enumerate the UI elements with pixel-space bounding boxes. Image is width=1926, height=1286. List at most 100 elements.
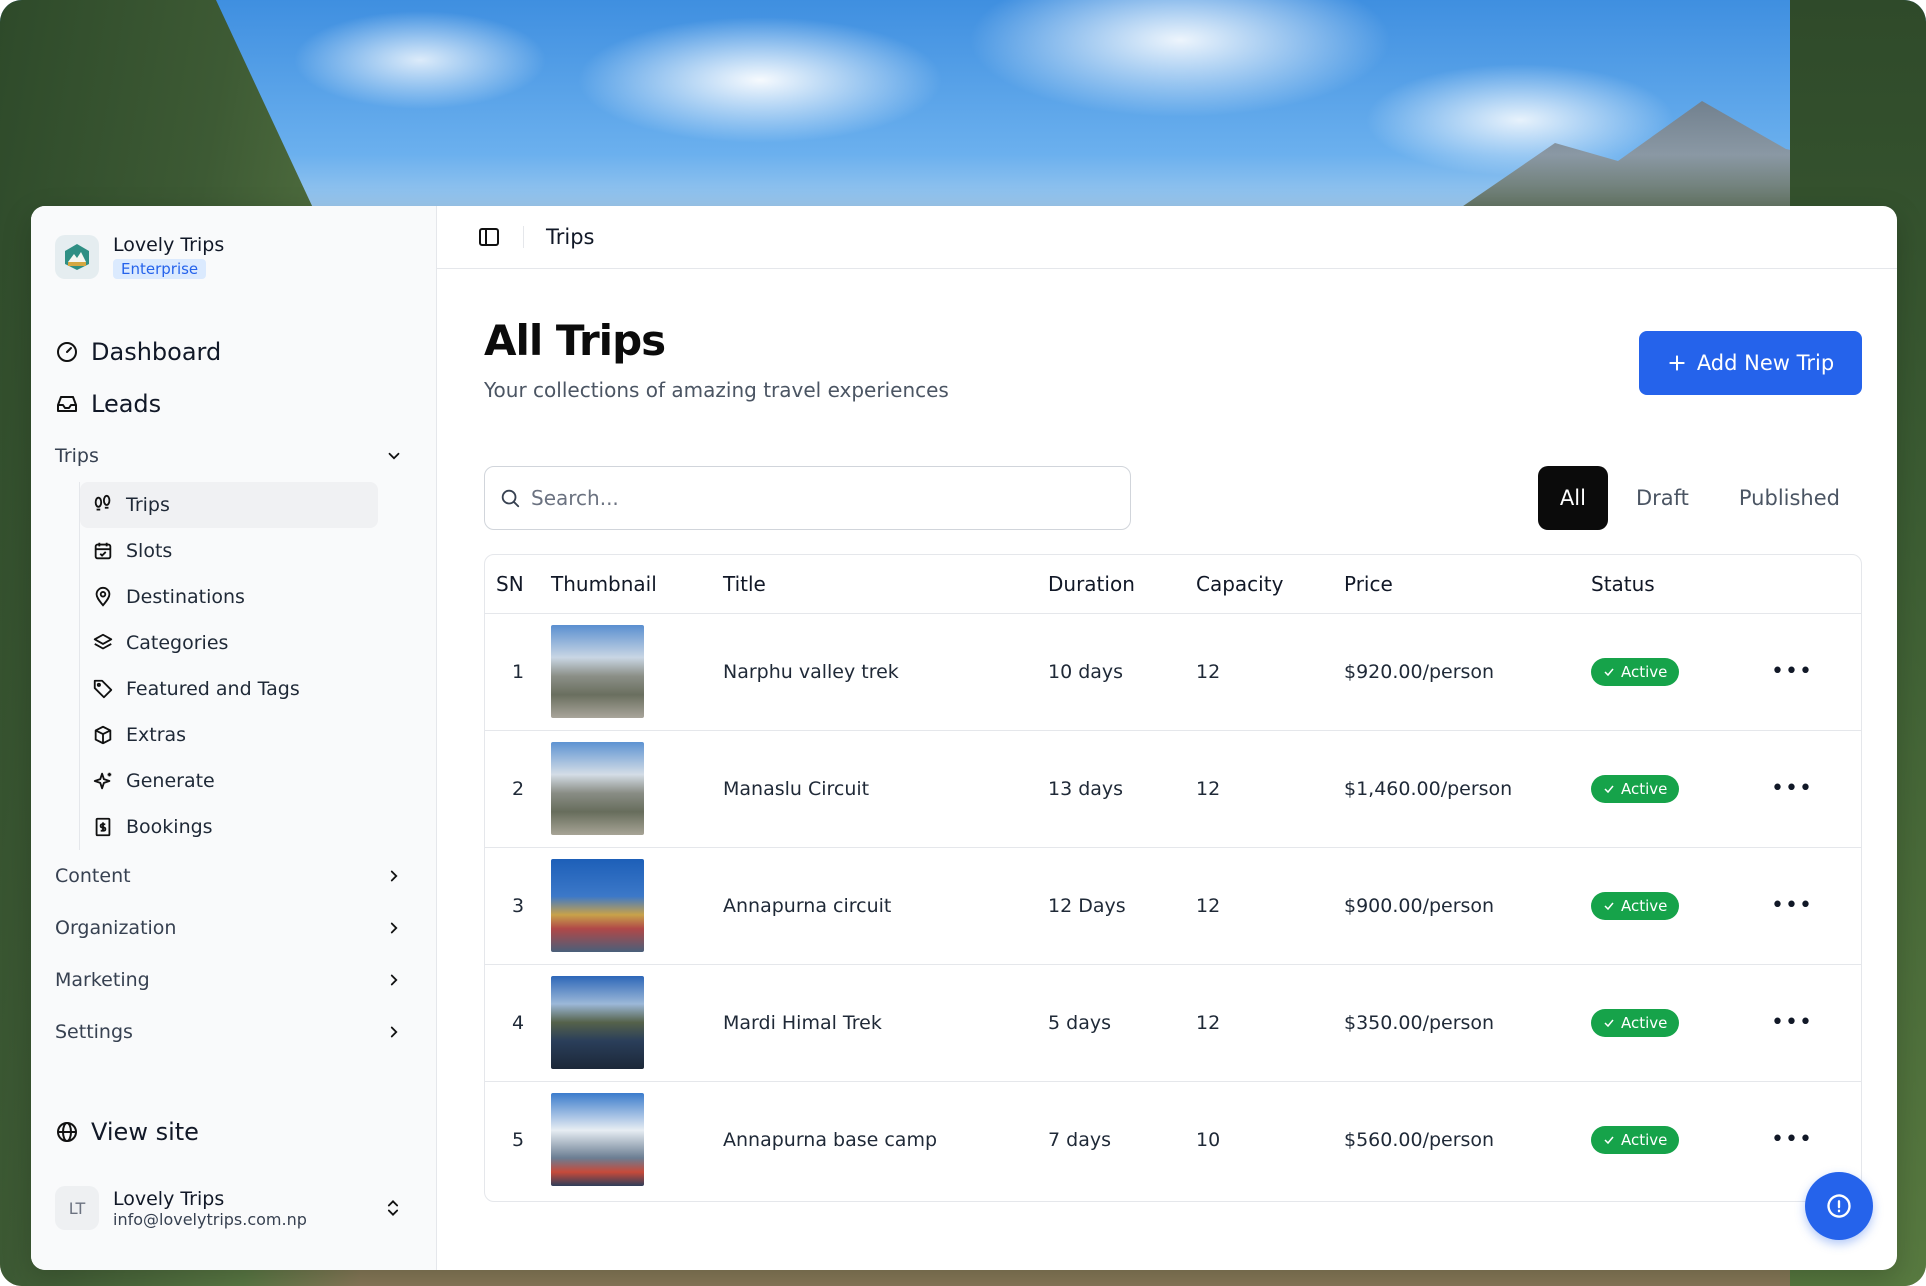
cell-actions: ••• [1771, 964, 1861, 1082]
trip-thumbnail[interactable] [551, 742, 644, 835]
sidebar-item-generate[interactable]: Generate [80, 758, 378, 804]
cell-price: $920.00/person [1344, 613, 1591, 731]
table-row[interactable]: 5 Annapurna base camp 7 days 10 $560.00/… [485, 1081, 1861, 1198]
tag-icon [93, 679, 113, 699]
status-label: Active [1621, 662, 1668, 681]
sidebar-item-label: Bookings [126, 816, 213, 838]
cell-duration: 13 days [1048, 730, 1196, 848]
check-icon [1604, 902, 1614, 910]
table-header-row: SN Thumbnail Title Duration Capacity Pri… [485, 555, 1861, 614]
sidebar-group-organization[interactable]: Organization [55, 902, 415, 954]
sidebar-group-trips[interactable]: Trips [55, 430, 415, 482]
sidebar: Lovely Trips Enterprise Dashboard Leads … [31, 206, 437, 1270]
sidebar-item-trips[interactable]: Trips [80, 482, 378, 528]
table-row[interactable]: 1 Narphu valley trek 10 days 12 $920.00/… [485, 613, 1861, 731]
plan-badge: Enterprise [113, 259, 207, 279]
sidebar-group-label: Organization [55, 917, 177, 939]
sparkles-icon [93, 772, 112, 790]
cell-sn: 5 [511, 1128, 525, 1151]
user-email: info@lovelytrips.com.np [113, 1209, 307, 1229]
check-icon [1604, 668, 1614, 676]
trip-thumbnail[interactable] [551, 976, 644, 1069]
sidebar-group-marketing[interactable]: Marketing [55, 954, 415, 1006]
globe-icon [57, 1122, 77, 1142]
trip-thumbnail[interactable] [551, 1093, 644, 1187]
mountain-logo-icon [55, 234, 99, 279]
user-name: Lovely Trips [113, 1187, 225, 1210]
add-new-trip-button[interactable]: Add New Trip [1639, 331, 1862, 395]
check-icon [1604, 1136, 1614, 1144]
cell-capacity: 12 [1196, 730, 1344, 848]
table-row[interactable]: 4 Mardi Himal Trek 5 days 12 $350.00/per… [485, 964, 1861, 1082]
sidebar-item-dashboard[interactable]: Dashboard [55, 326, 415, 378]
trip-thumbnail[interactable] [551, 859, 644, 952]
inbox-icon [57, 396, 77, 412]
cell-price: $350.00/person [1344, 964, 1591, 1082]
more-actions-icon[interactable]: ••• [1771, 893, 1813, 918]
sidebar-item-leads[interactable]: Leads [55, 378, 415, 430]
add-new-trip-label: Add New Trip [1696, 351, 1835, 375]
table-row[interactable]: 2 Manaslu Circuit 13 days 12 $1,460.00/p… [485, 730, 1861, 848]
sidebar-item-label: Categories [126, 632, 229, 654]
cell-sn: 3 [485, 847, 551, 965]
cell-title: Narphu valley trek [723, 613, 1048, 731]
cell-capacity: 12 [1196, 613, 1344, 731]
sidebar-item-extras[interactable]: Extras [80, 712, 378, 758]
sidebar-item-bookings[interactable]: Bookings [80, 804, 378, 850]
sidebar-group-settings[interactable]: Settings [55, 1006, 415, 1058]
topbar-divider [523, 226, 524, 248]
brand[interactable]: Lovely Trips Enterprise [55, 234, 224, 279]
filter-all[interactable]: All [1537, 466, 1608, 530]
cell-duration: 10 days [1048, 613, 1196, 731]
sidebar-item-label: Leads [91, 390, 162, 418]
package-icon [94, 725, 112, 745]
cell-status: Active [1591, 613, 1771, 731]
chevron-right-icon [390, 922, 398, 934]
cell-thumbnail [551, 964, 723, 1082]
search-icon [501, 489, 520, 508]
more-actions-icon[interactable]: ••• [1771, 776, 1813, 801]
avatar: LT [55, 1186, 99, 1230]
chat-button[interactable] [1805, 1172, 1873, 1240]
user-menu[interactable]: LT Lovely Trips info@lovelytrips.com.np [55, 1186, 415, 1230]
more-actions-icon[interactable]: ••• [1771, 1127, 1813, 1152]
cell-title: Manaslu Circuit [723, 730, 1048, 848]
cell-sn: 4 [485, 964, 551, 1082]
calendar-icon [94, 542, 112, 560]
sidebar-group-label: Content [55, 865, 131, 887]
footprints-icon [94, 494, 111, 511]
gauge-icon [57, 342, 77, 362]
status-badge: Active [1591, 774, 1680, 803]
cell-status: Active [1591, 1081, 1771, 1198]
sidebar-group-content[interactable]: Content [55, 850, 415, 902]
sidebar-group-label: Settings [55, 1021, 133, 1043]
filter-draft[interactable]: Draft [1614, 466, 1711, 530]
cell-capacity: 12 [1196, 964, 1344, 1082]
sidebar-item-categories[interactable]: Categories [80, 620, 378, 666]
sidebar-toggle-icon[interactable] [477, 225, 501, 249]
filter-published[interactable]: Published [1717, 466, 1862, 530]
cell-title: Mardi Himal Trek [723, 964, 1048, 1082]
cell-thumbnail [551, 613, 723, 731]
status-label: Active [1621, 1130, 1668, 1149]
chevron-updown-icon [387, 1200, 399, 1216]
sidebar-item-featured-tags[interactable]: Featured and Tags [80, 666, 378, 712]
cell-thumbnail [551, 847, 723, 965]
cell-title: Annapurna circuit [723, 847, 1048, 965]
sidebar-item-slots[interactable]: Slots [80, 528, 378, 574]
topbar: Trips [437, 206, 1897, 269]
cell-price: $560.00/person [1344, 1128, 1495, 1151]
sidebar-item-label: Featured and Tags [126, 678, 300, 700]
view-site-link[interactable]: View site [55, 1106, 415, 1158]
status-badge: Active [1591, 891, 1680, 920]
chevron-down-icon [388, 452, 400, 460]
more-actions-icon[interactable]: ••• [1771, 1010, 1813, 1035]
header-status: Status [1591, 555, 1771, 614]
more-actions-icon[interactable]: ••• [1771, 659, 1813, 684]
trip-thumbnail[interactable] [551, 625, 644, 718]
search-input[interactable] [531, 486, 1111, 510]
sidebar-item-destinations[interactable]: Destinations [80, 574, 378, 620]
cell-title: Annapurna base camp [723, 1128, 938, 1151]
table-row[interactable]: 3 Annapurna circuit 12 Days 12 $900.00/p… [485, 847, 1861, 965]
status-badge: Active [1591, 1125, 1680, 1154]
